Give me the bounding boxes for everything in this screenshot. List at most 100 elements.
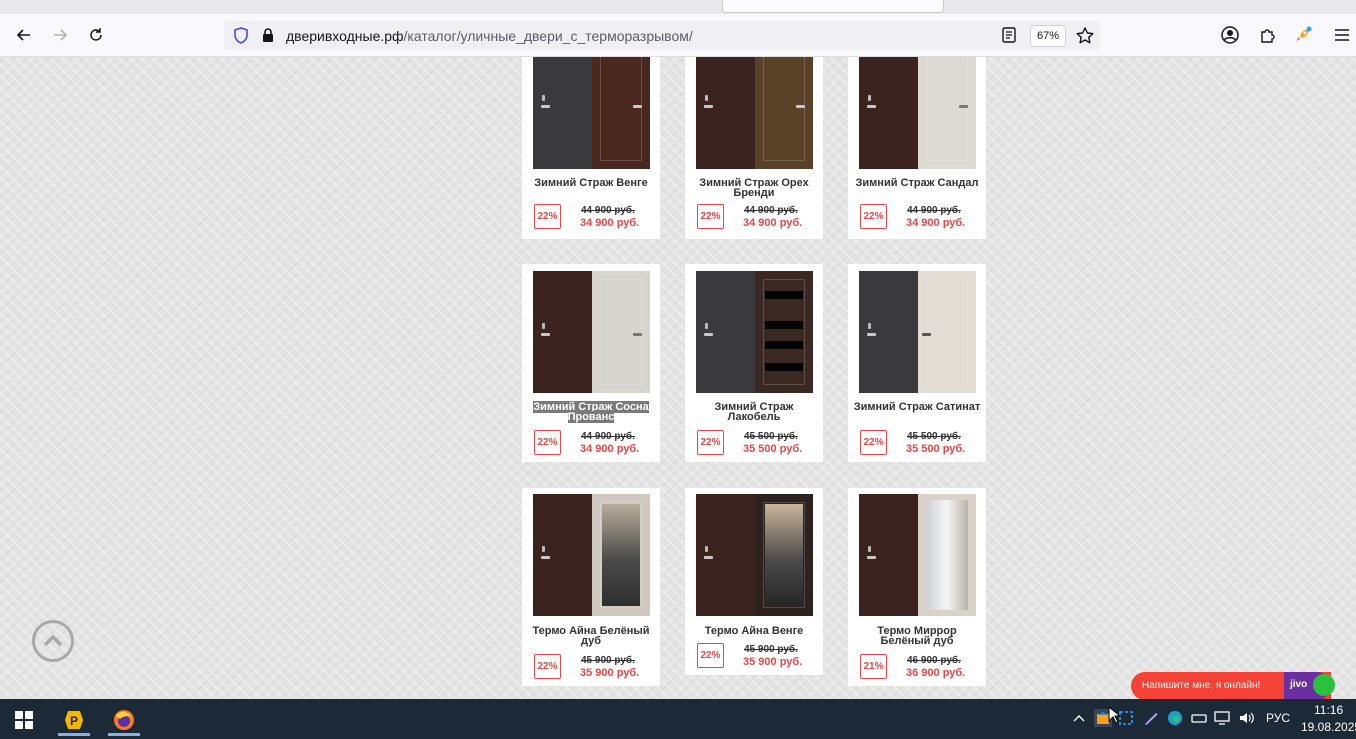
zoom-level-button[interactable]: 67% [1030, 25, 1066, 47]
pen-icon[interactable] [1142, 709, 1160, 727]
clock-date[interactable]: 19.08.2025 [1301, 720, 1356, 734]
page-content: Зимний Страж Венге 22% 44 900 руб. 34 90… [0, 57, 1356, 699]
product-card[interactable]: Термо Айна Белёный дуб 22% 45 900 руб. 3… [522, 488, 660, 686]
url-text[interactable]: дверивходные.рф/каталог/уличные_двери_с_… [286, 28, 693, 44]
product-name[interactable]: Зимний Страж Венге [526, 178, 656, 189]
new-price: 35 500 руб. [906, 443, 966, 455]
product-image[interactable] [859, 57, 976, 169]
door-inner-panel [591, 271, 650, 393]
door-inner-panel [591, 494, 650, 616]
product-image[interactable] [859, 271, 976, 393]
rocket-icon [1296, 26, 1312, 41]
chevron-up-icon [43, 634, 63, 647]
tray-chevron-up-icon[interactable] [1070, 709, 1088, 727]
old-price: 45 500 руб. [744, 431, 798, 442]
product-image[interactable] [533, 494, 650, 616]
discount-badge: 22% [534, 430, 561, 455]
product-image[interactable] [696, 271, 813, 393]
volume-icon[interactable] [1237, 709, 1255, 727]
clock-time[interactable]: 11:16 [1314, 703, 1343, 717]
back-button[interactable] [11, 22, 37, 48]
door-inner-panel [917, 494, 976, 616]
forward-button[interactable] [47, 22, 73, 48]
active-indicator [58, 733, 90, 736]
product-card[interactable]: Термо Айна Венге 22% 45 900 руб. 35 900 … [685, 488, 823, 675]
product-image[interactable] [533, 57, 650, 169]
account-button[interactable] [1217, 22, 1243, 48]
old-price: 45 900 руб. [744, 644, 798, 655]
hamburger-menu-icon [1335, 29, 1349, 41]
product-name[interactable]: Зимний Страж Сатинат [852, 402, 982, 413]
product-name[interactable]: Зимний Страж Сандал [852, 178, 982, 189]
product-name[interactable]: Термо Айна Венге [689, 626, 819, 637]
new-price: 34 900 руб. [580, 217, 640, 229]
product-name[interactable]: Зимний Страж Сосна Прованс [526, 401, 656, 423]
new-price: 35 500 руб. [743, 443, 803, 455]
old-price: 44 900 руб. [907, 205, 961, 216]
product-card[interactable]: Зимний Страж Лакобель 22% 45 500 руб. 35… [685, 264, 823, 462]
taskbar: P РУС 11:16 19.08.2025 [0, 699, 1356, 739]
door-inner-panel [754, 57, 813, 169]
door-inner-panel [754, 494, 813, 616]
new-price: 36 900 руб. [906, 667, 966, 679]
edge-icon[interactable] [1166, 709, 1184, 727]
product-card[interactable]: Зимний Страж Сандал 22% 44 900 руб. 34 9… [848, 57, 986, 239]
product-name[interactable]: Термо Миррор Белёный дуб [852, 626, 982, 647]
app-p-icon: P [65, 711, 83, 729]
product-name[interactable]: Зимний Страж Лакобель [689, 402, 819, 423]
taskbar-firefox[interactable] [104, 704, 144, 736]
tab-fragment[interactable] [722, 0, 944, 13]
back-arrow-icon [16, 29, 30, 41]
chat-text: Напишите мне, я онлайн! [1142, 680, 1261, 691]
product-card[interactable]: Зимний Страж Орех Бренди 22% 44 900 руб.… [685, 57, 823, 239]
new-price: 34 900 руб. [743, 217, 803, 229]
product-card[interactable]: Зимний Страж Сосна Прованс 22% 44 900 ру… [522, 264, 660, 462]
old-price: 45 500 руб. [907, 431, 961, 442]
taskbar-app-p[interactable]: P [54, 704, 94, 736]
active-indicator [108, 733, 140, 736]
usb-device-icon[interactable] [1190, 709, 1208, 727]
product-name-selected-text: Зимний Страж Сосна Прованс [533, 401, 649, 423]
network-icon[interactable] [1213, 709, 1231, 727]
svg-text:P: P [70, 714, 78, 728]
door-inner-panel [591, 57, 650, 169]
new-price: 34 900 руб. [906, 217, 966, 229]
product-name[interactable]: Термо Айна Белёный дуб [526, 626, 656, 647]
old-price: 44 900 руб. [581, 205, 635, 216]
product-name[interactable]: Зимний Страж Орех Бренди [689, 178, 819, 199]
language-indicator[interactable]: РУС [1266, 711, 1290, 725]
new-price: 35 900 руб. [580, 667, 640, 679]
tab-strip [0, 0, 1356, 14]
extensions-button[interactable] [1254, 22, 1280, 48]
account-icon [1221, 26, 1239, 44]
chat-status-dot [1313, 674, 1335, 696]
chat-logo[interactable]: jivo [1284, 672, 1335, 699]
menu-button[interactable] [1329, 22, 1355, 48]
extension-rocket-button[interactable] [1290, 22, 1316, 48]
new-price: 35 900 руб. [743, 656, 803, 668]
reload-button[interactable] [83, 22, 109, 48]
reader-view-icon [1002, 27, 1016, 43]
url-domain: дверивходные.рф [286, 28, 404, 44]
product-image[interactable] [859, 494, 976, 616]
url-bar[interactable]: дверивходные.рф/каталог/уличные_двери_с_… [224, 21, 1100, 50]
product-image[interactable] [696, 57, 813, 169]
discount-badge: 21% [860, 654, 887, 679]
snipping-tool-icon[interactable] [1117, 709, 1135, 727]
browser-toolbar: дверивходные.рф/каталог/уличные_двери_с_… [0, 14, 1356, 57]
door-inner-panel [917, 57, 976, 169]
bookmark-star-icon [1076, 27, 1094, 44]
discount-badge: 22% [534, 204, 561, 229]
start-button[interactable] [4, 704, 44, 736]
new-price: 34 900 руб. [580, 443, 640, 455]
product-image[interactable] [533, 271, 650, 393]
old-price: 44 900 руб. [581, 431, 635, 442]
product-card[interactable]: Зимний Страж Венге 22% 44 900 руб. 34 90… [522, 57, 660, 239]
url-path: /каталог/уличные_двери_с_терморазрывом/ [403, 28, 693, 44]
discount-badge: 22% [697, 643, 724, 668]
firefox-icon [114, 710, 134, 730]
product-image[interactable] [696, 494, 813, 616]
scroll-to-top-button[interactable] [32, 620, 74, 662]
product-card[interactable]: Термо Миррор Белёный дуб 21% 46 900 руб.… [848, 488, 986, 686]
product-card[interactable]: Зимний Страж Сатинат 22% 45 500 руб. 35 … [848, 264, 986, 462]
